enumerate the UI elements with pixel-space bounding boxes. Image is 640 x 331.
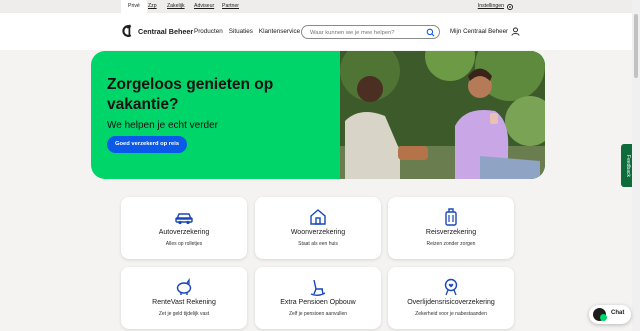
card-title: RenteVast Rekening (152, 299, 216, 306)
card-reisverzekering[interactable]: Reisverzekering Reizen zonder zorgen (388, 197, 514, 259)
main-nav: Producten Situaties Klantenservice (194, 28, 300, 35)
card-subtitle: Zet je geld tijdelijk vast (158, 311, 210, 317)
card-title: Extra Pensioen Opbouw (280, 299, 356, 306)
hero-subtitle: We helpen je echt verder (107, 120, 218, 131)
chat-label: Chat (611, 310, 625, 316)
piggy-bank-icon (176, 277, 192, 295)
brand-logo[interactable]: Centraal Beheer (121, 24, 193, 38)
card-subtitle: Reizen zonder zorgen (426, 241, 476, 247)
segment-prive[interactable]: Privé (121, 0, 147, 13)
chat-bubble-icon (593, 308, 607, 321)
card-title: Woonverzekering (290, 229, 346, 236)
card-rentevast-rekening[interactable]: RenteVast Rekening Zet je geld tijdelijk… (121, 267, 247, 329)
card-title: Reisverzekering (425, 229, 477, 236)
search-box (301, 25, 440, 39)
top-utility-bar: Privé Zzp Zakelijk Adviseur Partner Inst… (0, 0, 632, 13)
hero-title: Zorgeloos genieten op vakantie? (107, 76, 274, 113)
card-subtitle: Zekerheid voor je nabestaanden (415, 311, 487, 317)
segment-zzp[interactable]: Zzp (148, 0, 157, 13)
card-woonverzekering[interactable]: Woonverzekering Staat als een huis (255, 197, 381, 259)
main-header: Centraal Beheer Producten Situaties Klan… (0, 13, 632, 50)
account-link[interactable]: Mijn Centraal Beheer (450, 27, 520, 36)
house-icon (310, 209, 326, 225)
segment-adviseur[interactable]: Adviseur (194, 0, 214, 13)
card-autoverzekering[interactable]: Autoverzekering Alles op rolletjes (121, 197, 247, 259)
search-input[interactable] (310, 28, 420, 37)
card-subtitle: Zelf je pensioen aanvullen (288, 311, 348, 317)
hero-banner: Zorgeloos genieten op vakantie? We helpe… (91, 51, 545, 179)
settings-link[interactable]: Instellingen (478, 0, 514, 13)
card-subtitle: Alles op rolletjes (165, 241, 203, 247)
card-title: Overlijdensrisicoverzekering (407, 299, 495, 306)
gear-icon (506, 3, 514, 10)
car-icon (175, 213, 193, 225)
account-label: Mijn Centraal Beheer (450, 28, 509, 35)
nav-situaties[interactable]: Situaties (229, 28, 253, 35)
hero-photo (340, 51, 545, 179)
segment-partner[interactable]: Partner (222, 0, 239, 13)
feedback-label: Feedback (624, 154, 631, 177)
hero-copy: Zorgeloos genieten op vakantie? We helpe… (107, 75, 317, 131)
settings-label: Instellingen (477, 3, 504, 9)
card-extra-pensioen-opbouw[interactable]: Extra Pensioen Opbouw Zelf je pensioen a… (255, 267, 381, 329)
suitcase-icon (445, 208, 457, 226)
travel-insurance-button[interactable]: Goed verzekerd op reis (107, 136, 188, 153)
card-subtitle: Staat als een huis (298, 241, 338, 247)
nav-klantenservice[interactable]: Klantenservice (259, 28, 300, 35)
segment-zakelijk[interactable]: Zakelijk (167, 0, 185, 13)
rocking-chair-icon (310, 279, 326, 296)
scrollbar-thumb[interactable] (634, 14, 638, 78)
card-overlijdensrisicoverzekering[interactable]: Overlijdensrisicoverzekering Zekerheid v… (388, 267, 514, 329)
couple-illustration (340, 51, 545, 179)
brand-name: Centraal Beheer (138, 26, 194, 36)
nav-producten[interactable]: Producten (194, 28, 223, 35)
logo-mark-icon (122, 24, 132, 37)
search-icon[interactable] (426, 28, 435, 37)
heart-ribbon-icon (444, 278, 458, 296)
card-title: Autoverzekering (158, 229, 210, 236)
chat-button[interactable]: Chat (589, 305, 631, 324)
user-icon (511, 27, 520, 36)
page-scrollbar[interactable] (632, 0, 640, 331)
